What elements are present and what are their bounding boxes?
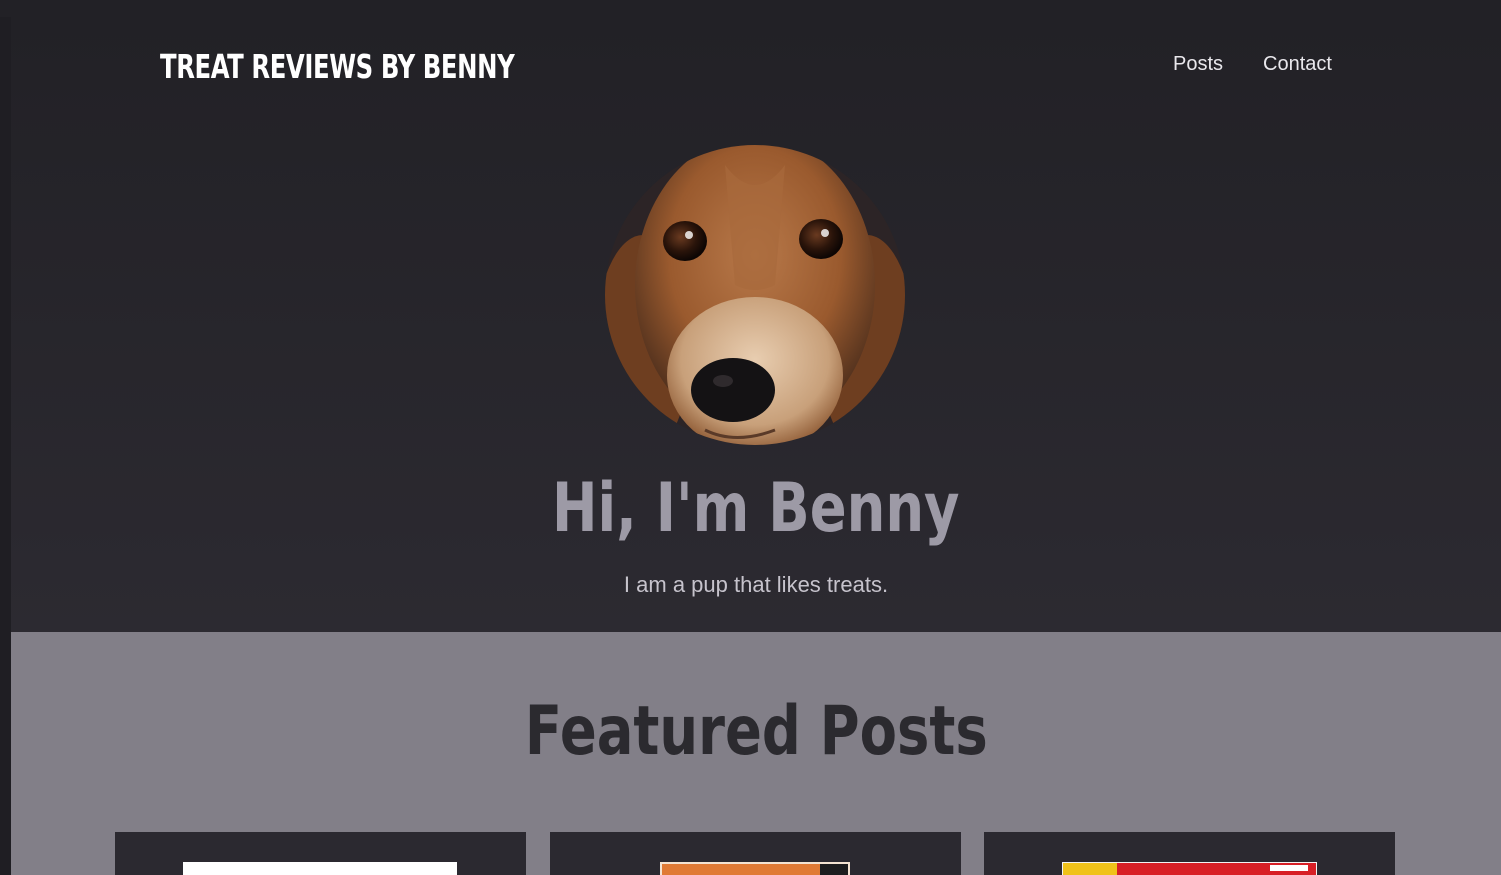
window-top-strip: [0, 0, 1501, 17]
dog-portrait-icon: [605, 145, 905, 445]
post-card-thumbnail[interactable]: [660, 862, 850, 875]
nav-item-contact[interactable]: Contact: [1263, 53, 1332, 76]
hero-title: Hi, I'm Benny: [552, 469, 960, 548]
featured-posts-title: Featured Posts: [524, 692, 988, 771]
post-card-thumbnail[interactable]: [1062, 862, 1317, 875]
window-left-strip: [0, 17, 11, 875]
featured-posts-section: Featured Posts: [11, 632, 1501, 875]
hero-subtitle: I am a pup that likes treats.: [623, 572, 889, 597]
post-card-1[interactable]: [115, 832, 526, 875]
post-card-2[interactable]: [550, 832, 961, 875]
post-card-thumbnail[interactable]: [183, 862, 457, 875]
nav-item-posts[interactable]: Posts: [1173, 53, 1223, 76]
page: TREAT REVIEWS BY BENNY Posts Contact Hi,…: [11, 17, 1501, 875]
thumb-detail: [1063, 863, 1117, 875]
thumb-detail: [820, 864, 848, 875]
thumb-detail: [1270, 865, 1308, 871]
avatar-dog-image: [605, 145, 905, 445]
post-card-3[interactable]: [984, 832, 1395, 875]
site-brand-link[interactable]: TREAT REVIEWS BY BENNY: [160, 47, 515, 86]
main-nav: Posts Contact: [1173, 53, 1332, 76]
hero-section: TREAT REVIEWS BY BENNY Posts Contact Hi,…: [11, 17, 1501, 632]
